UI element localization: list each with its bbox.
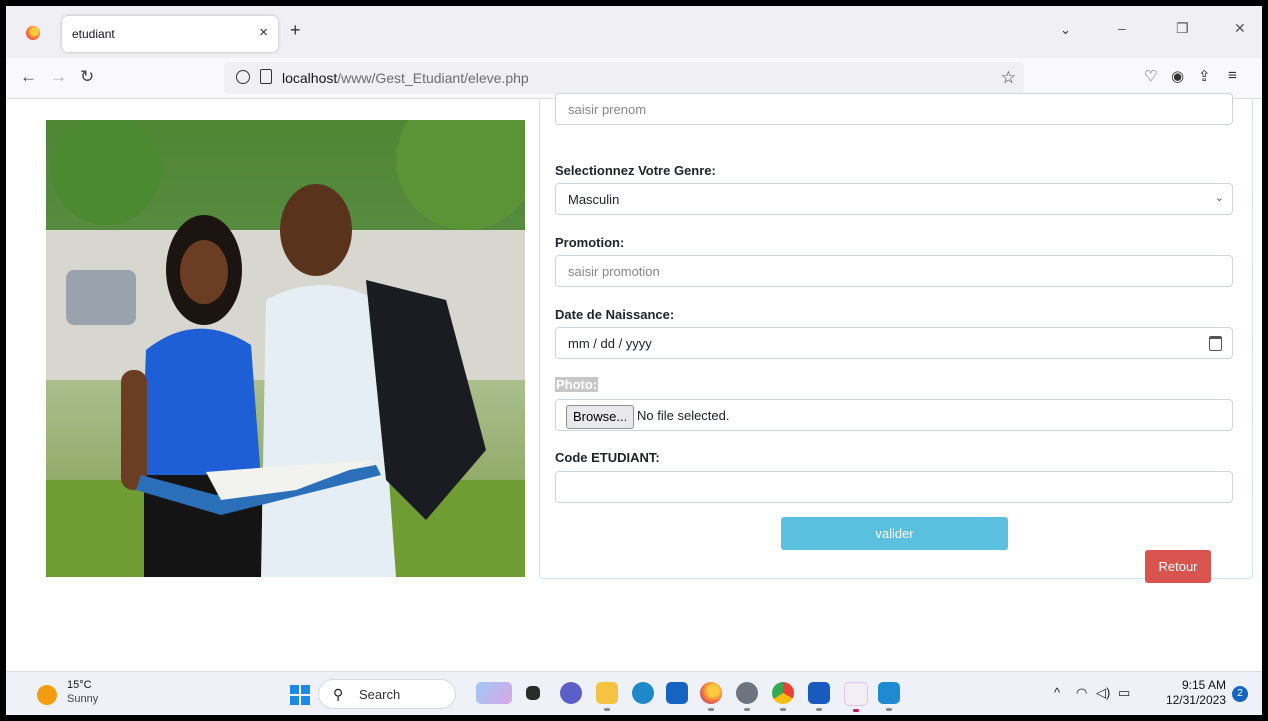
back-icon[interactable]: ← [20,67,37,87]
notification-badge[interactable]: 2 [1232,686,1248,702]
code-etudiant-input[interactable] [555,471,1233,503]
tab-close-icon[interactable]: × [259,24,268,41]
vscode-icon[interactable] [878,682,900,711]
tracking-shield-icon[interactable] [236,70,250,84]
students-photo [46,120,525,577]
browse-button[interactable]: Browse... [566,405,635,429]
screen: etudiant × + ⌄ – ❐ ✕ ← → ↻ localhost/www… [6,6,1262,715]
forward-icon[interactable]: → [50,67,67,87]
date-naissance-input[interactable]: mm / dd / yyyy [555,327,1233,359]
valider-button[interactable]: valider [781,517,1008,550]
retour-button[interactable]: Retour [1145,550,1211,583]
url-bar[interactable]: localhost/www/Gest_Etudiant/eleve.php ☆ [224,62,1024,94]
edge-icon[interactable] [632,682,654,704]
settings-gear-icon[interactable] [736,682,758,711]
clock-date[interactable]: 12/31/2023 [1156,693,1226,707]
new-tab-button[interactable]: + [290,20,301,41]
url-host: localhost [282,70,338,86]
taskbar-search[interactable]: ⚲ Search [318,679,456,709]
photo-file-input[interactable]: Browse... No file selected. [555,399,1233,431]
page-content: saisir prenom Selectionnez Votre Genre: … [6,93,1262,671]
url-text: localhost/www/Gest_Etudiant/eleve.php [282,70,529,86]
tab-strip: etudiant × + ⌄ – ❐ ✕ [6,6,1262,58]
firefox-taskbar-icon[interactable] [700,682,722,711]
no-file-text: No file selected. [637,408,730,423]
reload-icon[interactable]: ↻ [80,67,94,87]
sun-icon[interactable] [37,685,57,705]
pocket-icon[interactable]: ♡ [1144,67,1157,85]
close-window-button[interactable]: ✕ [1234,20,1246,37]
task-view-icon[interactable] [526,686,540,700]
url-path: /www/Gest_Etudiant/eleve.php [337,70,529,86]
search-icon: ⚲ [333,686,344,702]
restore-button[interactable]: ❐ [1176,20,1189,37]
teams-chat-icon[interactable] [560,682,582,704]
genre-label: Selectionnez Votre Genre: [555,163,716,178]
genre-value: Masculin [568,192,620,207]
chrome-icon[interactable] [772,682,794,711]
battery-icon[interactable]: ▭ [1118,685,1130,701]
prenom-placeholder: saisir prenom [568,102,647,117]
date-placeholder: mm / dd / yyyy [568,336,652,351]
menu-icon[interactable]: ≡ [1228,67,1237,84]
naissance-label: Date de Naissance: [555,307,675,322]
student-form: saisir prenom Selectionnez Votre Genre: … [539,93,1253,583]
store-icon[interactable] [666,682,688,704]
firefox-icon[interactable] [26,26,40,40]
genre-select[interactable]: Masculin ⌄ [555,183,1233,215]
chevron-down-icon: ⌄ [1214,192,1224,204]
calendar-icon[interactable] [1209,336,1222,351]
photo-label-wrap: Photo: [555,377,599,392]
windows-start-icon[interactable] [290,685,310,705]
photo-label: Photo: [555,377,599,392]
widget-app-icon[interactable] [476,682,512,704]
word-icon[interactable] [808,682,830,711]
search-label: Search [359,687,401,702]
weather-temperature[interactable]: 15°C [67,679,92,691]
list-all-tabs-icon[interactable]: ⌄ [1060,22,1071,38]
taskbar: 15°C Sunny ⚲ Search ^ ◠ ◁) ▭ 9:15 AM 12/… [6,671,1262,715]
snipping-tool-icon[interactable] [844,682,868,712]
file-explorer-icon[interactable] [596,682,618,711]
account-icon[interactable]: ◉ [1171,67,1184,85]
prenom-input[interactable]: saisir prenom [555,93,1233,125]
promotion-label: Promotion: [555,235,625,250]
minimize-button[interactable]: – [1118,20,1126,36]
volume-icon[interactable]: ◁) [1096,685,1110,701]
weather-description[interactable]: Sunny [67,693,98,705]
bookmark-star-icon[interactable]: ☆ [1001,68,1016,88]
clock-time[interactable]: 9:15 AM [1176,678,1226,692]
chevron-up-icon[interactable]: ^ [1054,685,1060,700]
wifi-icon[interactable]: ◠ [1076,685,1087,701]
promotion-placeholder: saisir promotion [568,264,660,279]
tab-title: etudiant [72,27,115,41]
code-label: Code ETUDIANT: [555,450,660,465]
tab-etudiant[interactable]: etudiant × [62,16,278,52]
extensions-icon[interactable]: ⇪ [1198,67,1211,85]
promotion-input[interactable]: saisir promotion [555,255,1233,287]
page-info-icon[interactable] [260,69,272,84]
